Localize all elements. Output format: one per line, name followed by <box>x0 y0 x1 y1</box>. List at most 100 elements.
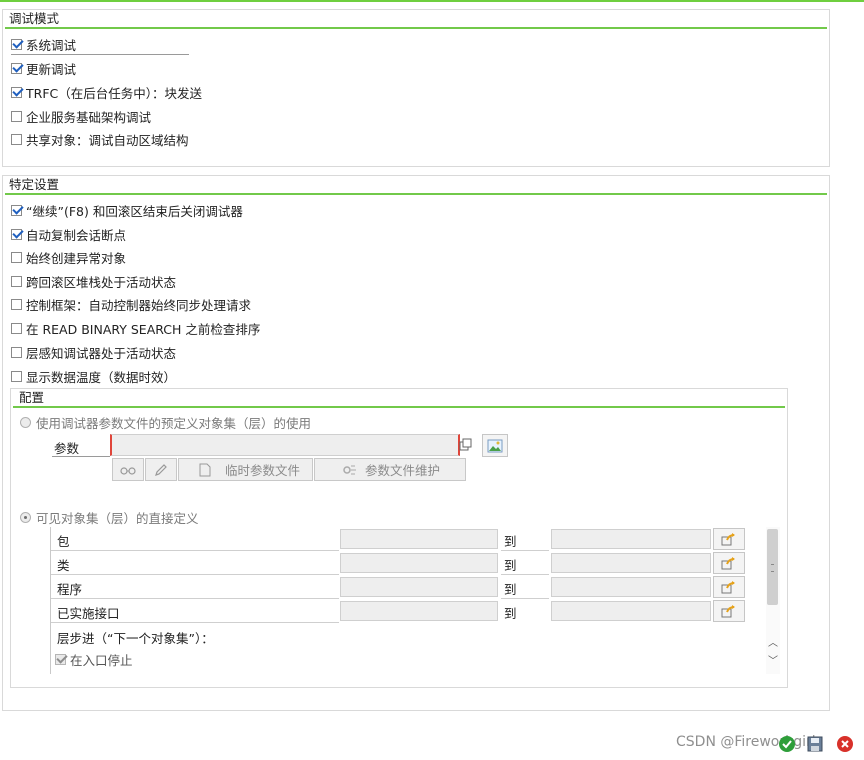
program-multiple-selection-button[interactable] <box>713 576 745 598</box>
glasses-icon <box>120 466 136 475</box>
table-row: 已实施接口 到 <box>51 600 765 622</box>
stop-at-entry-option[interactable]: 在入口停止 <box>55 649 133 669</box>
multiple-selection-arrow-icon <box>721 581 735 594</box>
table-row: 类 到 <box>51 552 765 574</box>
esi-debug-checkbox[interactable] <box>11 110 22 122</box>
direct-object-set-radio[interactable] <box>20 511 31 523</box>
esi-debug-option[interactable]: 企业服务基础架构调试 <box>11 106 151 126</box>
save-button[interactable] <box>804 734 826 754</box>
table-row: 程序 到 <box>51 576 765 598</box>
cross-luw-stack-label: 跨回滚区堆栈处于活动状态 <box>26 274 177 290</box>
row-divider <box>51 550 339 551</box>
class-label: 类 <box>57 558 70 573</box>
cross-luw-stack-option[interactable]: 跨回滚区堆栈处于活动状态 <box>11 271 176 291</box>
class-from-input[interactable] <box>340 553 498 573</box>
update-debug-option[interactable]: 更新调试 <box>11 58 76 78</box>
maintenance-icon <box>343 465 356 474</box>
trfc-checkbox[interactable] <box>11 86 22 98</box>
display-button[interactable] <box>112 458 144 481</box>
data-temperature-label: 显示数据温度（数据时效） <box>26 369 177 385</box>
cancel-button[interactable] <box>834 734 856 754</box>
control-framework-label: 控制框架：自动控制器始终同步处理请求 <box>26 297 252 313</box>
system-debug-label: 系统调试 <box>26 37 77 53</box>
edit-button[interactable] <box>145 458 177 481</box>
direct-object-set-label: 可见对象集（层）的直接定义 <box>36 510 199 526</box>
debug-mode-title: 调试模式 <box>9 11 60 26</box>
row-divider <box>501 598 549 599</box>
close-icon <box>837 736 853 752</box>
temp-param-file-button[interactable]: 临时参数文件 <box>178 458 313 481</box>
control-framework-checkbox[interactable] <box>11 298 22 310</box>
package-from-input[interactable] <box>340 529 498 549</box>
interface-from-input[interactable] <box>340 601 498 621</box>
predefined-object-set-radio-option[interactable]: 使用调试器参数文件的预定义对象集（层）的使用 <box>20 412 311 432</box>
copy-session-breakpoints-option[interactable]: 自动复制会话断点 <box>11 224 126 244</box>
scroll-up-icon[interactable]: ︿ <box>768 639 778 649</box>
package-label: 包 <box>57 534 70 549</box>
image-icon-button[interactable] <box>482 434 508 457</box>
copy-session-breakpoints-checkbox[interactable] <box>11 228 22 240</box>
config-title-rule <box>13 406 785 408</box>
shared-objects-checkbox[interactable] <box>11 133 22 145</box>
row-divider <box>501 550 549 551</box>
shared-objects-option[interactable]: 共享对象：调试自动区域结构 <box>11 129 189 149</box>
param-input[interactable] <box>110 434 460 456</box>
copy-window-icon[interactable] <box>457 436 475 454</box>
control-framework-option[interactable]: 控制框架：自动控制器始终同步处理请求 <box>11 294 251 314</box>
predefined-object-set-label: 使用调试器参数文件的预定义对象集（层）的使用 <box>36 415 312 431</box>
update-debug-checkbox[interactable] <box>11 62 22 74</box>
scroll-down-icon[interactable]: ﹀ <box>768 657 778 667</box>
program-label: 程序 <box>57 582 83 597</box>
layer-step-label: 层步进（“下一个对象集”）： <box>57 631 214 646</box>
specific-settings-title-rule <box>5 193 827 195</box>
focus-underline <box>11 54 189 55</box>
class-to-input[interactable] <box>551 553 711 573</box>
direct-object-set-radio-option[interactable]: 可见对象集（层）的直接定义 <box>20 507 199 527</box>
document-icon <box>199 463 211 476</box>
system-debug-checkbox[interactable] <box>11 38 22 50</box>
row-divider <box>51 622 339 623</box>
package-multiple-selection-button[interactable] <box>713 528 745 550</box>
cross-luw-stack-checkbox[interactable] <box>11 275 22 287</box>
top-accent-line <box>0 0 864 2</box>
close-after-continue-label: “继续”(F8) 和回滚区结束后关闭调试器 <box>26 203 243 219</box>
object-set-table: 包 到 类 到 程序 到 已实施接口 到 层步进（“下一个对象集”）： 在入口停… <box>50 527 765 674</box>
interface-multiple-selection-button[interactable] <box>713 600 745 622</box>
trfc-label: TRFC（在后台任务中）：块发送 <box>26 85 202 101</box>
pencil-icon <box>155 463 167 476</box>
param-label-underline <box>52 456 110 457</box>
scrollbar-thumb[interactable] <box>767 529 778 605</box>
layer-aware-debugger-option[interactable]: 层感知调试器处于活动状态 <box>11 342 176 362</box>
always-create-exception-label: 始终创建异常对象 <box>26 250 127 266</box>
class-multiple-selection-button[interactable] <box>713 552 745 574</box>
row-divider <box>51 598 339 599</box>
data-temperature-option[interactable]: 显示数据温度（数据时效） <box>11 366 176 386</box>
param-file-maint-button[interactable]: 参数文件维护 <box>314 458 466 481</box>
debug-mode-title-rule <box>5 27 827 29</box>
close-after-continue-option[interactable]: “继续”(F8) 和回滚区结束后关闭调试器 <box>11 200 243 220</box>
multiple-selection-arrow-icon <box>721 533 735 546</box>
system-debug-option[interactable]: 系统调试 <box>11 34 76 54</box>
class-to-label: 到 <box>504 558 517 573</box>
data-temperature-checkbox[interactable] <box>11 370 22 382</box>
table-vertical-scrollbar[interactable]: ︿ ﹀ <box>766 527 780 674</box>
read-binary-search-checkbox[interactable] <box>11 322 22 334</box>
param-file-maint-label: 参数文件维护 <box>365 463 441 478</box>
confirm-button[interactable] <box>776 734 798 754</box>
row-divider <box>51 574 339 575</box>
program-from-input[interactable] <box>340 577 498 597</box>
trfc-option[interactable]: TRFC（在后台任务中）：块发送 <box>11 82 202 102</box>
predefined-object-set-radio[interactable] <box>20 416 31 428</box>
always-create-exception-checkbox[interactable] <box>11 251 22 263</box>
interface-to-input[interactable] <box>551 601 711 621</box>
stop-at-entry-checkbox[interactable] <box>55 653 66 665</box>
read-binary-search-option[interactable]: 在 READ BINARY SEARCH 之前检查排序 <box>11 318 260 338</box>
package-to-input[interactable] <box>551 529 711 549</box>
close-after-continue-checkbox[interactable] <box>11 204 22 216</box>
layer-aware-debugger-checkbox[interactable] <box>11 346 22 358</box>
layer-aware-debugger-label: 层感知调试器处于活动状态 <box>26 345 177 361</box>
read-binary-search-label: 在 READ BINARY SEARCH 之前检查排序 <box>26 321 261 337</box>
table-row: 包 到 <box>51 528 765 550</box>
program-to-input[interactable] <box>551 577 711 597</box>
always-create-exception-option[interactable]: 始终创建异常对象 <box>11 247 126 267</box>
